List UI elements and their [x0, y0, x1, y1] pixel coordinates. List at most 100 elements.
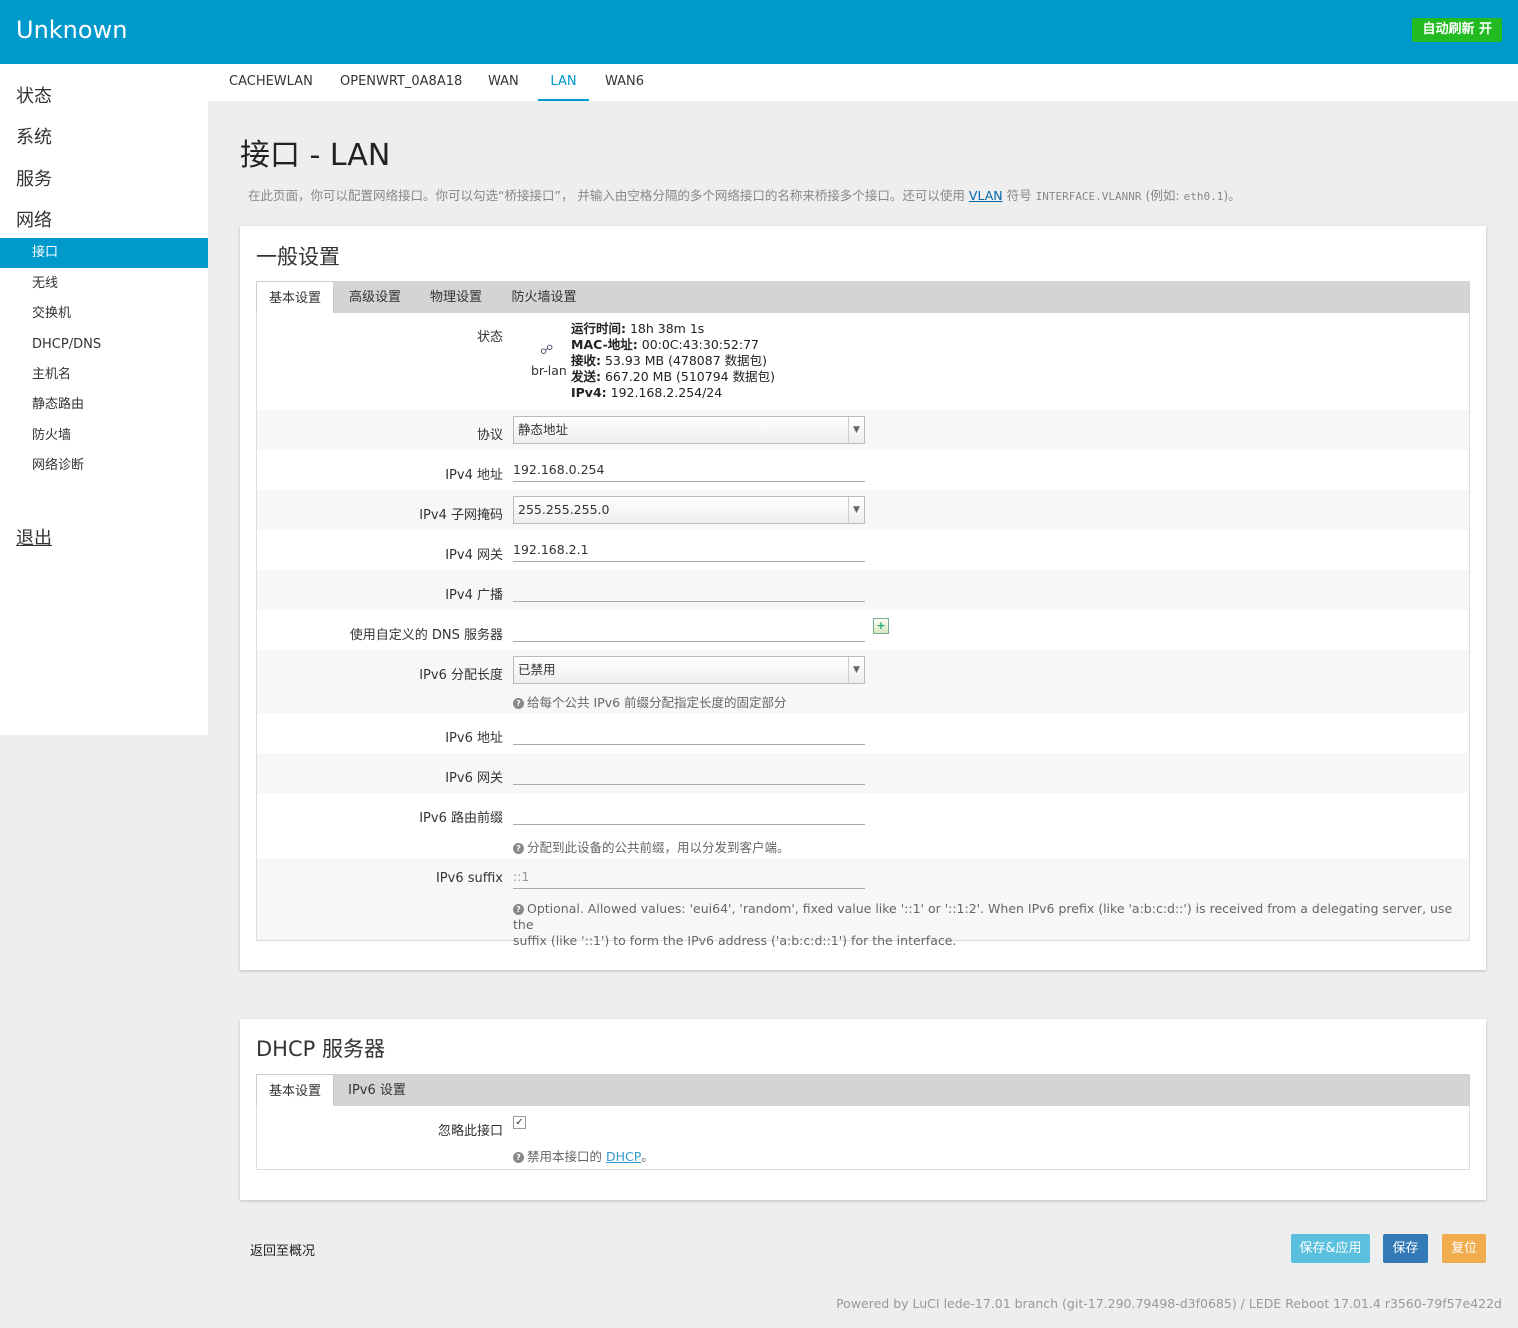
ignore-interface-row: 忽略此接口 ✓ ? 禁用本接口的 DHCP。	[257, 1106, 1469, 1170]
protocol-row: 协议 静态地址 ▼	[257, 410, 1469, 450]
ipv6-prefix-help: ? 分配到此设备的公共前缀，用以分发到客户端。	[513, 837, 790, 856]
save-apply-button[interactable]: 保存&应用	[1291, 1234, 1370, 1263]
dhcp-link[interactable]: DHCP	[606, 1149, 641, 1164]
ipv4-addr-input[interactable]: 192.168.0.254	[513, 458, 865, 482]
sidebar-cat-services[interactable]: 服务	[16, 165, 52, 191]
ipv6-prefix-input[interactable]	[513, 801, 865, 825]
logout-link[interactable]: 退出	[16, 524, 52, 550]
dhcp-tabbody: 忽略此接口 ✓ ? 禁用本接口的 DHCP。	[256, 1106, 1470, 1170]
ipv6-addr-input[interactable]	[513, 721, 865, 745]
dns-row: 使用自定义的 DNS 服务器 +	[257, 610, 1469, 650]
tab-firewall-settings[interactable]: 防火墙设置	[496, 281, 592, 313]
vlan-link[interactable]: VLAN	[969, 188, 1003, 203]
general-tabbar: 基本设置 高级设置 物理设置 防火墙设置	[256, 281, 1470, 313]
ignore-help-text: 禁用本接口的	[527, 1149, 606, 1164]
ipv4-mask-row: IPv4 子网掩码 255.255.255.0 ▼	[257, 490, 1469, 530]
ignore-interface-help: ? 禁用本接口的 DHCP。	[513, 1146, 654, 1165]
tab-openwrt[interactable]: OPENWRT_0A8A18	[340, 64, 462, 101]
reset-button[interactable]: 复位	[1442, 1234, 1486, 1263]
ipv4-bcast-input[interactable]	[513, 578, 865, 602]
page-title: 接口 - LAN	[240, 138, 391, 173]
ipv4-addr-row: IPv4 地址 192.168.0.254	[257, 450, 1469, 490]
ignore-interface-checkbox[interactable]: ✓	[513, 1116, 526, 1129]
ipv6-suffix-label: IPv6 suffix	[435, 871, 503, 886]
dhcp-tabbar: 基本设置 IPv6 设置	[256, 1074, 1470, 1106]
tx-key: 发送:	[571, 369, 601, 384]
autorefresh-toggle[interactable]: 自动刷新 开	[1412, 18, 1502, 42]
ipv6-suffix-row: IPv6 suffix ::1 ? Optional. Allowed value…	[257, 859, 1469, 948]
ipv6-prefix-label: IPv6 路由前缀	[419, 811, 503, 826]
ipv6-gw-row: IPv6 网关	[257, 753, 1469, 793]
chevron-down-icon: ▼	[848, 497, 864, 523]
ipv6-gw-input[interactable]	[513, 761, 865, 785]
general-tabbody: 状态 ☍ br-lan 运行时间: 18h 38m 1s MAC-地址: 00:…	[256, 313, 1470, 948]
ipv6-addr-row: IPv6 地址	[257, 713, 1469, 753]
save-button[interactable]: 保存	[1383, 1234, 1428, 1263]
sidebar-item-firewall[interactable]: 防火墙	[0, 421, 208, 451]
device-label: br-lan	[531, 363, 567, 378]
ipv4-mask-value: 255.255.255.0	[518, 502, 610, 517]
ipv6-suffix-input[interactable]: ::1	[513, 865, 865, 889]
ipv6-assign-select[interactable]: 已禁用 ▼	[513, 656, 865, 684]
desc-text: 在此页面，你可以配置网络接口。你可以勾选“桥接接口”， 并输入由空格分隔的多个网…	[248, 188, 969, 203]
desc-text-example: (例如:	[1141, 188, 1184, 203]
tab-dhcp-ipv6[interactable]: IPv6 设置	[334, 1074, 420, 1106]
sidebar-item-interfaces[interactable]: 接口	[0, 238, 208, 268]
mac-key: MAC-地址:	[571, 337, 638, 352]
general-settings-panel: 一般设置 基本设置 高级设置 物理设置 防火墙设置 状态 ☍ br-lan 运行…	[240, 226, 1486, 970]
ipv4-mask-select[interactable]: 255.255.255.0 ▼	[513, 496, 865, 524]
dns-label: 使用自定义的 DNS 服务器	[349, 628, 503, 643]
ethernet-icon: ☍	[540, 343, 554, 358]
question-icon: ?	[513, 843, 524, 854]
desc-text-mid: 符号	[1002, 188, 1036, 203]
general-settings-title: 一般设置	[256, 245, 340, 269]
sidebar-cat-status[interactable]: 状态	[16, 82, 52, 108]
dns-input[interactable]	[513, 618, 865, 642]
question-icon: ?	[513, 1152, 524, 1163]
sidebar-item-hostnames[interactable]: 主机名	[0, 360, 208, 390]
ipv6-suffix-help-line2: suffix (like '::1') to form the IPv6 add…	[513, 933, 957, 948]
brand-title[interactable]: Unknown	[16, 16, 127, 44]
add-dns-icon[interactable]: +	[873, 618, 889, 634]
ipv6-addr-label: IPv6 地址	[445, 731, 503, 746]
tx-value: 667.20 MB (510794 数据包)	[601, 369, 775, 384]
protocol-value: 静态地址	[518, 422, 569, 437]
tab-physical-settings[interactable]: 物理设置	[416, 281, 496, 313]
tab-cachewlan[interactable]: CACHEWLAN	[229, 64, 313, 101]
sidebar-cat-system[interactable]: 系统	[16, 123, 52, 149]
dhcp-server-panel: DHCP 服务器 基本设置 IPv6 设置 忽略此接口 ✓ ? 禁用本接口的 DH…	[240, 1019, 1486, 1200]
desc-code-example: eth0.1	[1183, 190, 1224, 203]
rx-value: 53.93 MB (478087 数据包)	[601, 353, 768, 368]
ipv6-prefix-row: IPv6 路由前缀 ? 分配到此设备的公共前缀，用以分发到客户端。	[257, 793, 1469, 859]
tab-basic-settings[interactable]: 基本设置	[256, 281, 334, 313]
ipv6-assign-help-text: 给每个公共 IPv6 前缀分配指定长度的固定部分	[527, 695, 787, 710]
interface-tabs: CACHEWLAN OPENWRT_0A8A18 WAN LAN WAN6	[208, 64, 1518, 101]
tab-dhcp-basic[interactable]: 基本设置	[256, 1074, 334, 1106]
ipv4-bcast-label: IPv4 广播	[445, 588, 503, 603]
ipv4-key: IPv4:	[571, 385, 607, 400]
sidebar: 状态 系统 服务 网络 接口 无线 交换机 DHCP/DNS 主机名 静态路由 …	[0, 64, 208, 735]
sidebar-item-static-routes[interactable]: 静态路由	[0, 390, 208, 420]
ipv6-assign-row: IPv6 分配长度 已禁用 ▼ ? 给每个公共 IPv6 前缀分配指定长度的固定部分	[257, 650, 1469, 713]
tab-lan[interactable]: LAN	[538, 64, 589, 101]
sidebar-item-switch[interactable]: 交换机	[0, 299, 208, 329]
page-description: 在此页面，你可以配置网络接口。你可以勾选“桥接接口”， 并输入由空格分隔的多个网…	[248, 185, 1241, 204]
sidebar-item-wireless[interactable]: 无线	[0, 269, 208, 299]
tab-advanced-settings[interactable]: 高级设置	[334, 281, 416, 313]
ipv4-gw-label: IPv4 网关	[445, 548, 503, 563]
ipv4-gw-row: IPv4 网关 192.168.2.1	[257, 530, 1469, 570]
sidebar-item-diagnostics[interactable]: 网络诊断	[0, 451, 208, 481]
ipv6-assign-value: 已禁用	[518, 662, 556, 677]
chevron-down-icon: ▼	[848, 657, 864, 683]
tab-wan6[interactable]: WAN6	[605, 64, 644, 101]
rx-key: 接收:	[571, 353, 601, 368]
back-to-overview-link[interactable]: 返回至概况	[250, 1240, 315, 1259]
ipv6-assign-label: IPv6 分配长度	[419, 668, 503, 683]
tab-wan[interactable]: WAN	[488, 64, 519, 101]
uptime-value: 18h 38m 1s	[626, 321, 705, 336]
ipv4-gw-input[interactable]: 192.168.2.1	[513, 538, 865, 562]
protocol-select[interactable]: 静态地址 ▼	[513, 416, 865, 444]
status-info: 运行时间: 18h 38m 1s MAC-地址: 00:0C:43:30:52:…	[571, 321, 775, 401]
sidebar-cat-network[interactable]: 网络	[16, 206, 52, 232]
sidebar-item-dhcp-dns[interactable]: DHCP/DNS	[0, 330, 208, 360]
